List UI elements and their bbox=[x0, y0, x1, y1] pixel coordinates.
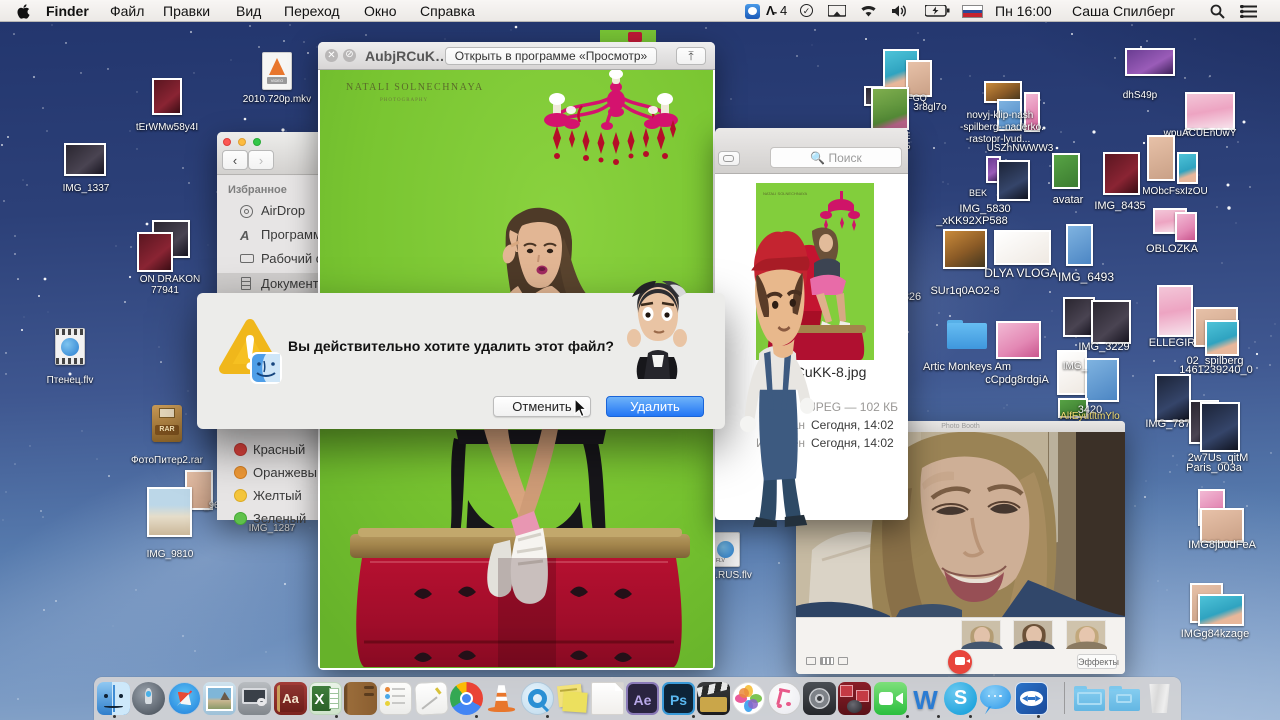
svg-text:NATALI SOLNECHNAYA: NATALI SOLNECHNAYA bbox=[346, 82, 484, 93]
svg-text:NATALI SOLNECHNAYA: NATALI SOLNECHNAYA bbox=[763, 191, 807, 196]
svg-text:PHOTOGRAPHY: PHOTOGRAPHY bbox=[380, 98, 428, 103]
